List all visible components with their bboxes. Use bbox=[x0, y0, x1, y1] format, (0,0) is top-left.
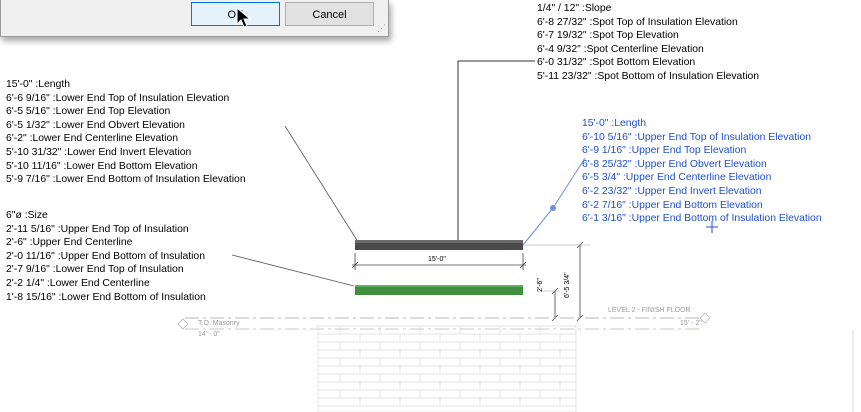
spot-elevation-labels[interactable]: 1/4" / 12" :Slope 6'-8 27/32" :Spot Top … bbox=[537, 2, 759, 84]
resize-grip-icon[interactable]: ⋰ bbox=[377, 23, 386, 34]
size-label: 6"ø :Size bbox=[6, 210, 48, 221]
spot-label: 5'-11 23/32" :Spot Bottom of Insulation … bbox=[537, 70, 760, 82]
lower-end-label: 15'-0" :Length bbox=[6, 79, 71, 90]
lower-end-label: 6'-5 5/16" :Lower End Top Elevation bbox=[6, 106, 171, 118]
upper-end-label: 6'-2 23/32" :Upper End Invert Elevation bbox=[582, 185, 762, 197]
level-name-label[interactable]: LEVEL 2 - FINISH FLOOR bbox=[608, 307, 691, 314]
lower-end-label: 6'-2" :Lower End Centerline Elevation bbox=[6, 133, 179, 145]
lower-end-labels[interactable]: 15'-0" :Length 6'-6 9/16" :Lower End Top… bbox=[6, 78, 246, 187]
lower-end-label: 5'-9 7/16" :Lower End Bottom of Insulati… bbox=[6, 174, 246, 186]
upper-end-labels[interactable]: 15'-0" :Length 6'-10 5/16" :Upper End To… bbox=[582, 117, 822, 226]
spot-label: 6'-0 31/32" :Spot Bottom Elevation bbox=[537, 57, 696, 69]
upper-end-label: 6'-8 25/32" :Upper End Obvert Elevation bbox=[582, 158, 767, 170]
size-label: 2'-2 1/4" :Lower End Centerline bbox=[6, 277, 150, 289]
upper-end-label: 15'-0" :Length bbox=[582, 118, 647, 129]
size-label: 2'-0 11/16" :Upper End Bottom of Insulat… bbox=[6, 250, 205, 262]
size-label: 2'-11 5/16" :Upper End Top of Insulation bbox=[6, 223, 189, 235]
dialog-footer: OK Cancel ⋰ bbox=[0, 0, 389, 37]
pipe-length-dimension[interactable]: 15'-0" bbox=[428, 256, 446, 263]
pipe-highlight bbox=[355, 240, 523, 243]
upper-end-label: 6'-10 5/16" :Upper End Top of Insulation… bbox=[582, 131, 812, 143]
mouse-pointer-icon bbox=[236, 7, 252, 28]
spot-label: 6'-4 9/32" :Spot Centerline Elevation bbox=[537, 43, 704, 55]
size-label: 2'-7 9/16" :Lower End Top of Insulation bbox=[6, 264, 184, 276]
upper-end-label: 6'-5 3/4" :Upper End Centerline Elevatio… bbox=[582, 172, 772, 184]
vertical-dimension-2[interactable]: 6'-5 3/4" bbox=[564, 272, 571, 298]
masonry-level-head-icon[interactable] bbox=[177, 318, 189, 330]
insulation-highlight bbox=[355, 285, 523, 287]
lower-end-label: 5'-10 31/32" :Lower End Invert Elevation bbox=[6, 146, 192, 158]
size-label: 2'-6" :Upper End Centerline bbox=[6, 237, 133, 249]
level-elevation-label[interactable]: 15' - 2" bbox=[680, 320, 702, 327]
size-labels[interactable]: 6"ø :Size 2'-11 5/16" :Upper End Top of … bbox=[6, 209, 206, 304]
cancel-button[interactable]: Cancel bbox=[285, 2, 374, 26]
upper-end-label: 6'-1 3/16" :Upper End Bottom of Insulati… bbox=[582, 213, 822, 225]
spot-label: 1/4" / 12" :Slope bbox=[537, 3, 612, 14]
size-leader bbox=[231, 254, 355, 287]
brick-wall bbox=[317, 325, 577, 412]
spot-label: 6'-7 19/32" :Spot Top Elevation bbox=[537, 30, 679, 42]
upper-end-label: 6'-9 1/16" :Upper End Top Elevation bbox=[582, 145, 747, 157]
masonry-elevation-label[interactable]: 14' - 0" bbox=[198, 331, 220, 338]
upper-end-label: 6'-2 7/16" :Upper End Bottom Elevation bbox=[582, 199, 763, 211]
vertical-dimension-1[interactable]: 2'-6" bbox=[537, 278, 544, 292]
lower-end-label: 6'-5 1/32" :Lower End Obvert Elevation bbox=[6, 119, 185, 131]
lower-end-label: 5'-10 11/16" :Lower End Bottom Elevation bbox=[6, 160, 198, 172]
lower-end-leader bbox=[284, 125, 361, 246]
size-label: 1'-8 15/16" :Lower End Bottom of Insulat… bbox=[6, 291, 206, 303]
upper-end-leader bbox=[522, 207, 554, 246]
masonry-name-label[interactable]: T.O. Masonry bbox=[198, 320, 240, 327]
spot-label: 6'-8 27/32" :Spot Top of Insulation Elev… bbox=[537, 16, 738, 28]
upper-end-leader-ext bbox=[552, 157, 586, 209]
lower-end-label: 6'-6 9/16" :Lower End Top of Insulation … bbox=[6, 92, 230, 104]
